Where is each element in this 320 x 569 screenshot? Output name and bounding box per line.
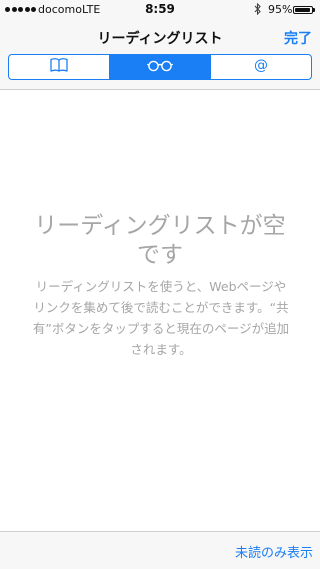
tab-reading-list[interactable] <box>110 55 211 79</box>
svg-text:@: @ <box>254 58 268 74</box>
battery-icon <box>293 6 313 14</box>
status-bar: docomo LTE 8:59 95% <box>0 0 320 20</box>
at-icon: @ <box>253 57 269 77</box>
done-button[interactable]: 完了 <box>284 28 312 48</box>
empty-state-title: リーディングリストが空です <box>34 213 286 268</box>
book-icon <box>50 58 68 76</box>
empty-state-description: リーディングリストを使うと、Webページやリンクを集めて後で読むことができます。… <box>32 279 290 357</box>
glasses-icon <box>146 58 174 76</box>
bluetooth-icon <box>254 2 262 18</box>
battery-level-fill <box>295 8 311 12</box>
tab-shared-links[interactable]: @ <box>211 55 311 79</box>
battery-percentage: 95% <box>268 3 293 16</box>
show-unread-only-button[interactable]: 未読のみ表示 <box>235 542 313 561</box>
bottom-toolbar: 未読のみ表示 <box>0 531 320 569</box>
reading-list-screen: docomo LTE 8:59 95% リーディングリスト 完了 @ リーディン… <box>0 0 320 569</box>
tab-bookmarks[interactable] <box>9 55 110 79</box>
battery-tip <box>313 8 315 12</box>
navigation-bar: リーディングリスト 完了 @ <box>0 20 320 90</box>
page-title: リーディングリスト <box>97 31 223 47</box>
bookmarks-segmented-control: @ <box>8 54 312 80</box>
